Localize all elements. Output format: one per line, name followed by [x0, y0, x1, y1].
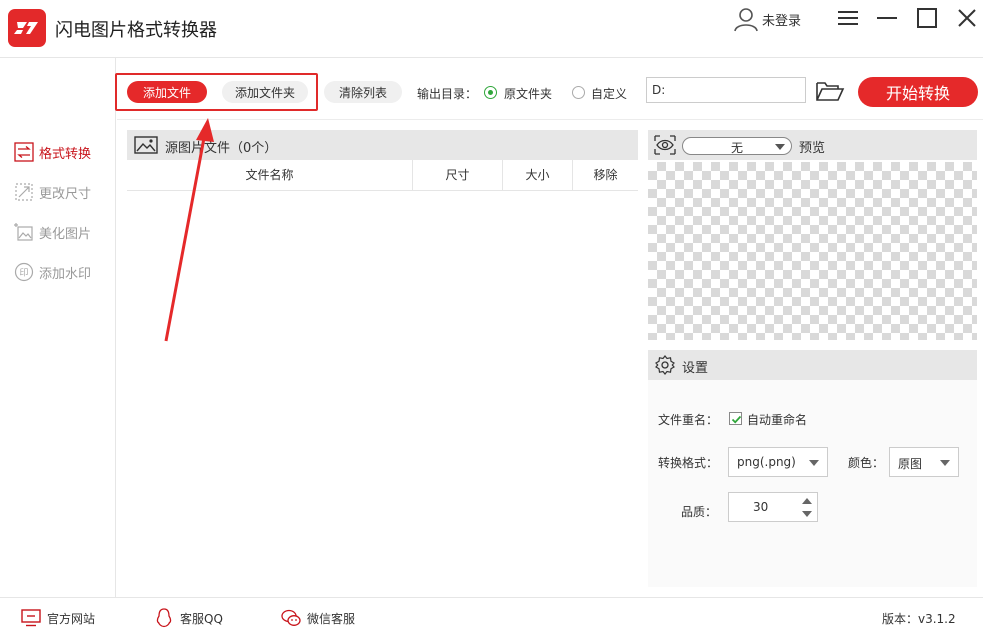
- preview-panel: 无 预览: [648, 130, 977, 340]
- quality-stepper[interactable]: 30: [728, 492, 818, 522]
- settings-header: 设置: [648, 350, 977, 380]
- user-icon: [734, 8, 758, 32]
- minimize-icon: [877, 17, 897, 19]
- swap-icon: [14, 142, 34, 162]
- radio-original-folder[interactable]: [484, 86, 497, 99]
- qq-service-link[interactable]: 客服QQ: [154, 608, 223, 628]
- format-select[interactable]: png(.png): [728, 447, 828, 477]
- file-table-header: 文件名称 尺寸 大小 移除: [127, 160, 638, 191]
- image-icon: [134, 136, 158, 154]
- preview-canvas: [648, 162, 977, 340]
- maximize-button[interactable]: [914, 6, 940, 32]
- watermark-icon: 印: [14, 262, 34, 282]
- close-button[interactable]: [954, 6, 980, 32]
- footer: 官方网站 客服QQ 微信客服 版本：v3.1.2: [0, 597, 983, 636]
- rename-label: 文件重名：: [658, 413, 719, 427]
- svg-text:印: 印: [19, 267, 28, 279]
- sidebar-item-label: 格式转换: [39, 146, 92, 162]
- file-panel-header: 源图片文件（0个）: [127, 130, 638, 160]
- close-icon: [958, 9, 976, 27]
- file-list-body[interactable]: [127, 191, 638, 587]
- app-title: 闪电图片格式转换器: [55, 20, 217, 41]
- column-header-remove: 移除: [593, 168, 618, 182]
- quality-value: 30: [753, 500, 769, 514]
- minimize-button[interactable]: [874, 6, 900, 32]
- qq-penguin-icon: [154, 608, 174, 628]
- column-header-size: 大小: [503, 160, 573, 191]
- column-header-dimensions: 尺寸: [413, 160, 503, 191]
- chevron-down-icon: [809, 460, 819, 466]
- color-value: 原图: [898, 457, 923, 471]
- user-label: 未登录: [762, 13, 802, 29]
- color-select[interactable]: 原图: [889, 447, 959, 477]
- clear-list-button[interactable]: 清除列表: [324, 81, 402, 103]
- sidebar-item-beautify[interactable]: 美化图片: [14, 220, 91, 244]
- wechat-service-label: 微信客服: [307, 611, 356, 626]
- preview-label: 预览: [799, 141, 826, 156]
- quality-label: 品质：: [681, 505, 718, 519]
- radio-custom-label: 自定义: [591, 87, 628, 101]
- color-label: 颜色：: [848, 456, 885, 470]
- title-bar: 闪电图片格式转换器 未登录: [0, 0, 983, 58]
- qq-service-label: 客服QQ: [180, 611, 223, 626]
- wechat-icon: [281, 608, 301, 628]
- app-logo-icon: [8, 9, 46, 47]
- browse-folder-button[interactable]: [814, 78, 846, 104]
- sidebar-item-label: 美化图片: [39, 226, 92, 242]
- output-dir-label: 输出目录：: [417, 87, 478, 101]
- sidebar-item-label: 添加水印: [39, 266, 92, 282]
- checkmark-icon: [731, 415, 742, 424]
- auto-rename-label: 自动重命名: [747, 413, 808, 427]
- menu-button[interactable]: [835, 6, 861, 32]
- resize-icon: [14, 182, 34, 202]
- column-header-filename: 文件名称: [127, 160, 413, 191]
- folder-open-icon: [816, 82, 845, 101]
- version-label: 版本：v3.1.2: [882, 612, 956, 626]
- sidebar-item-format-convert[interactable]: 格式转换: [14, 140, 91, 164]
- start-convert-button[interactable]: 开始转换: [858, 77, 978, 107]
- app-window: 闪电图片格式转换器 未登录 格式转换 更改尺寸 美化图片 印 添加水印 添加文件…: [0, 0, 983, 636]
- auto-rename-checkbox[interactable]: [729, 412, 742, 425]
- radio-original-label: 原文件夹: [504, 87, 553, 101]
- file-panel-title: 源图片文件（0个）: [165, 141, 278, 156]
- file-list-panel: 源图片文件（0个） 文件名称 尺寸 大小 移除: [127, 130, 638, 587]
- sidebar-item-resize[interactable]: 更改尺寸: [14, 180, 91, 204]
- sidebar-item-watermark[interactable]: 印 添加水印: [14, 260, 91, 284]
- official-site-label: 官方网站: [47, 611, 96, 626]
- chevron-down-icon: [940, 460, 950, 466]
- official-site-link[interactable]: 官方网站: [21, 608, 95, 628]
- increment-icon[interactable]: [802, 498, 812, 504]
- output-path-input[interactable]: [646, 77, 806, 103]
- radio-custom-folder[interactable]: [572, 86, 585, 99]
- format-label: 转换格式：: [658, 456, 719, 470]
- chevron-down-icon: [775, 144, 785, 150]
- wechat-service-link[interactable]: 微信客服: [281, 608, 355, 628]
- add-folder-button[interactable]: 添加文件夹: [222, 81, 308, 103]
- settings-title: 设置: [682, 361, 709, 376]
- maximize-icon: [917, 8, 937, 28]
- monitor-icon: [21, 608, 41, 628]
- user-login[interactable]: 未登录: [732, 6, 801, 32]
- format-value: png(.png): [737, 455, 796, 469]
- beautify-icon: [14, 222, 34, 242]
- eye-icon: [654, 135, 676, 155]
- sidebar: 格式转换 更改尺寸 美化图片 印 添加水印: [0, 58, 116, 597]
- sidebar-item-label: 更改尺寸: [39, 186, 92, 202]
- hamburger-icon: [838, 11, 858, 25]
- decrement-icon[interactable]: [802, 511, 812, 517]
- preview-header: 无 预览: [648, 130, 977, 160]
- gear-icon: [655, 355, 675, 375]
- add-file-button[interactable]: 添加文件: [127, 81, 207, 103]
- preview-mode-select[interactable]: 无: [682, 137, 792, 155]
